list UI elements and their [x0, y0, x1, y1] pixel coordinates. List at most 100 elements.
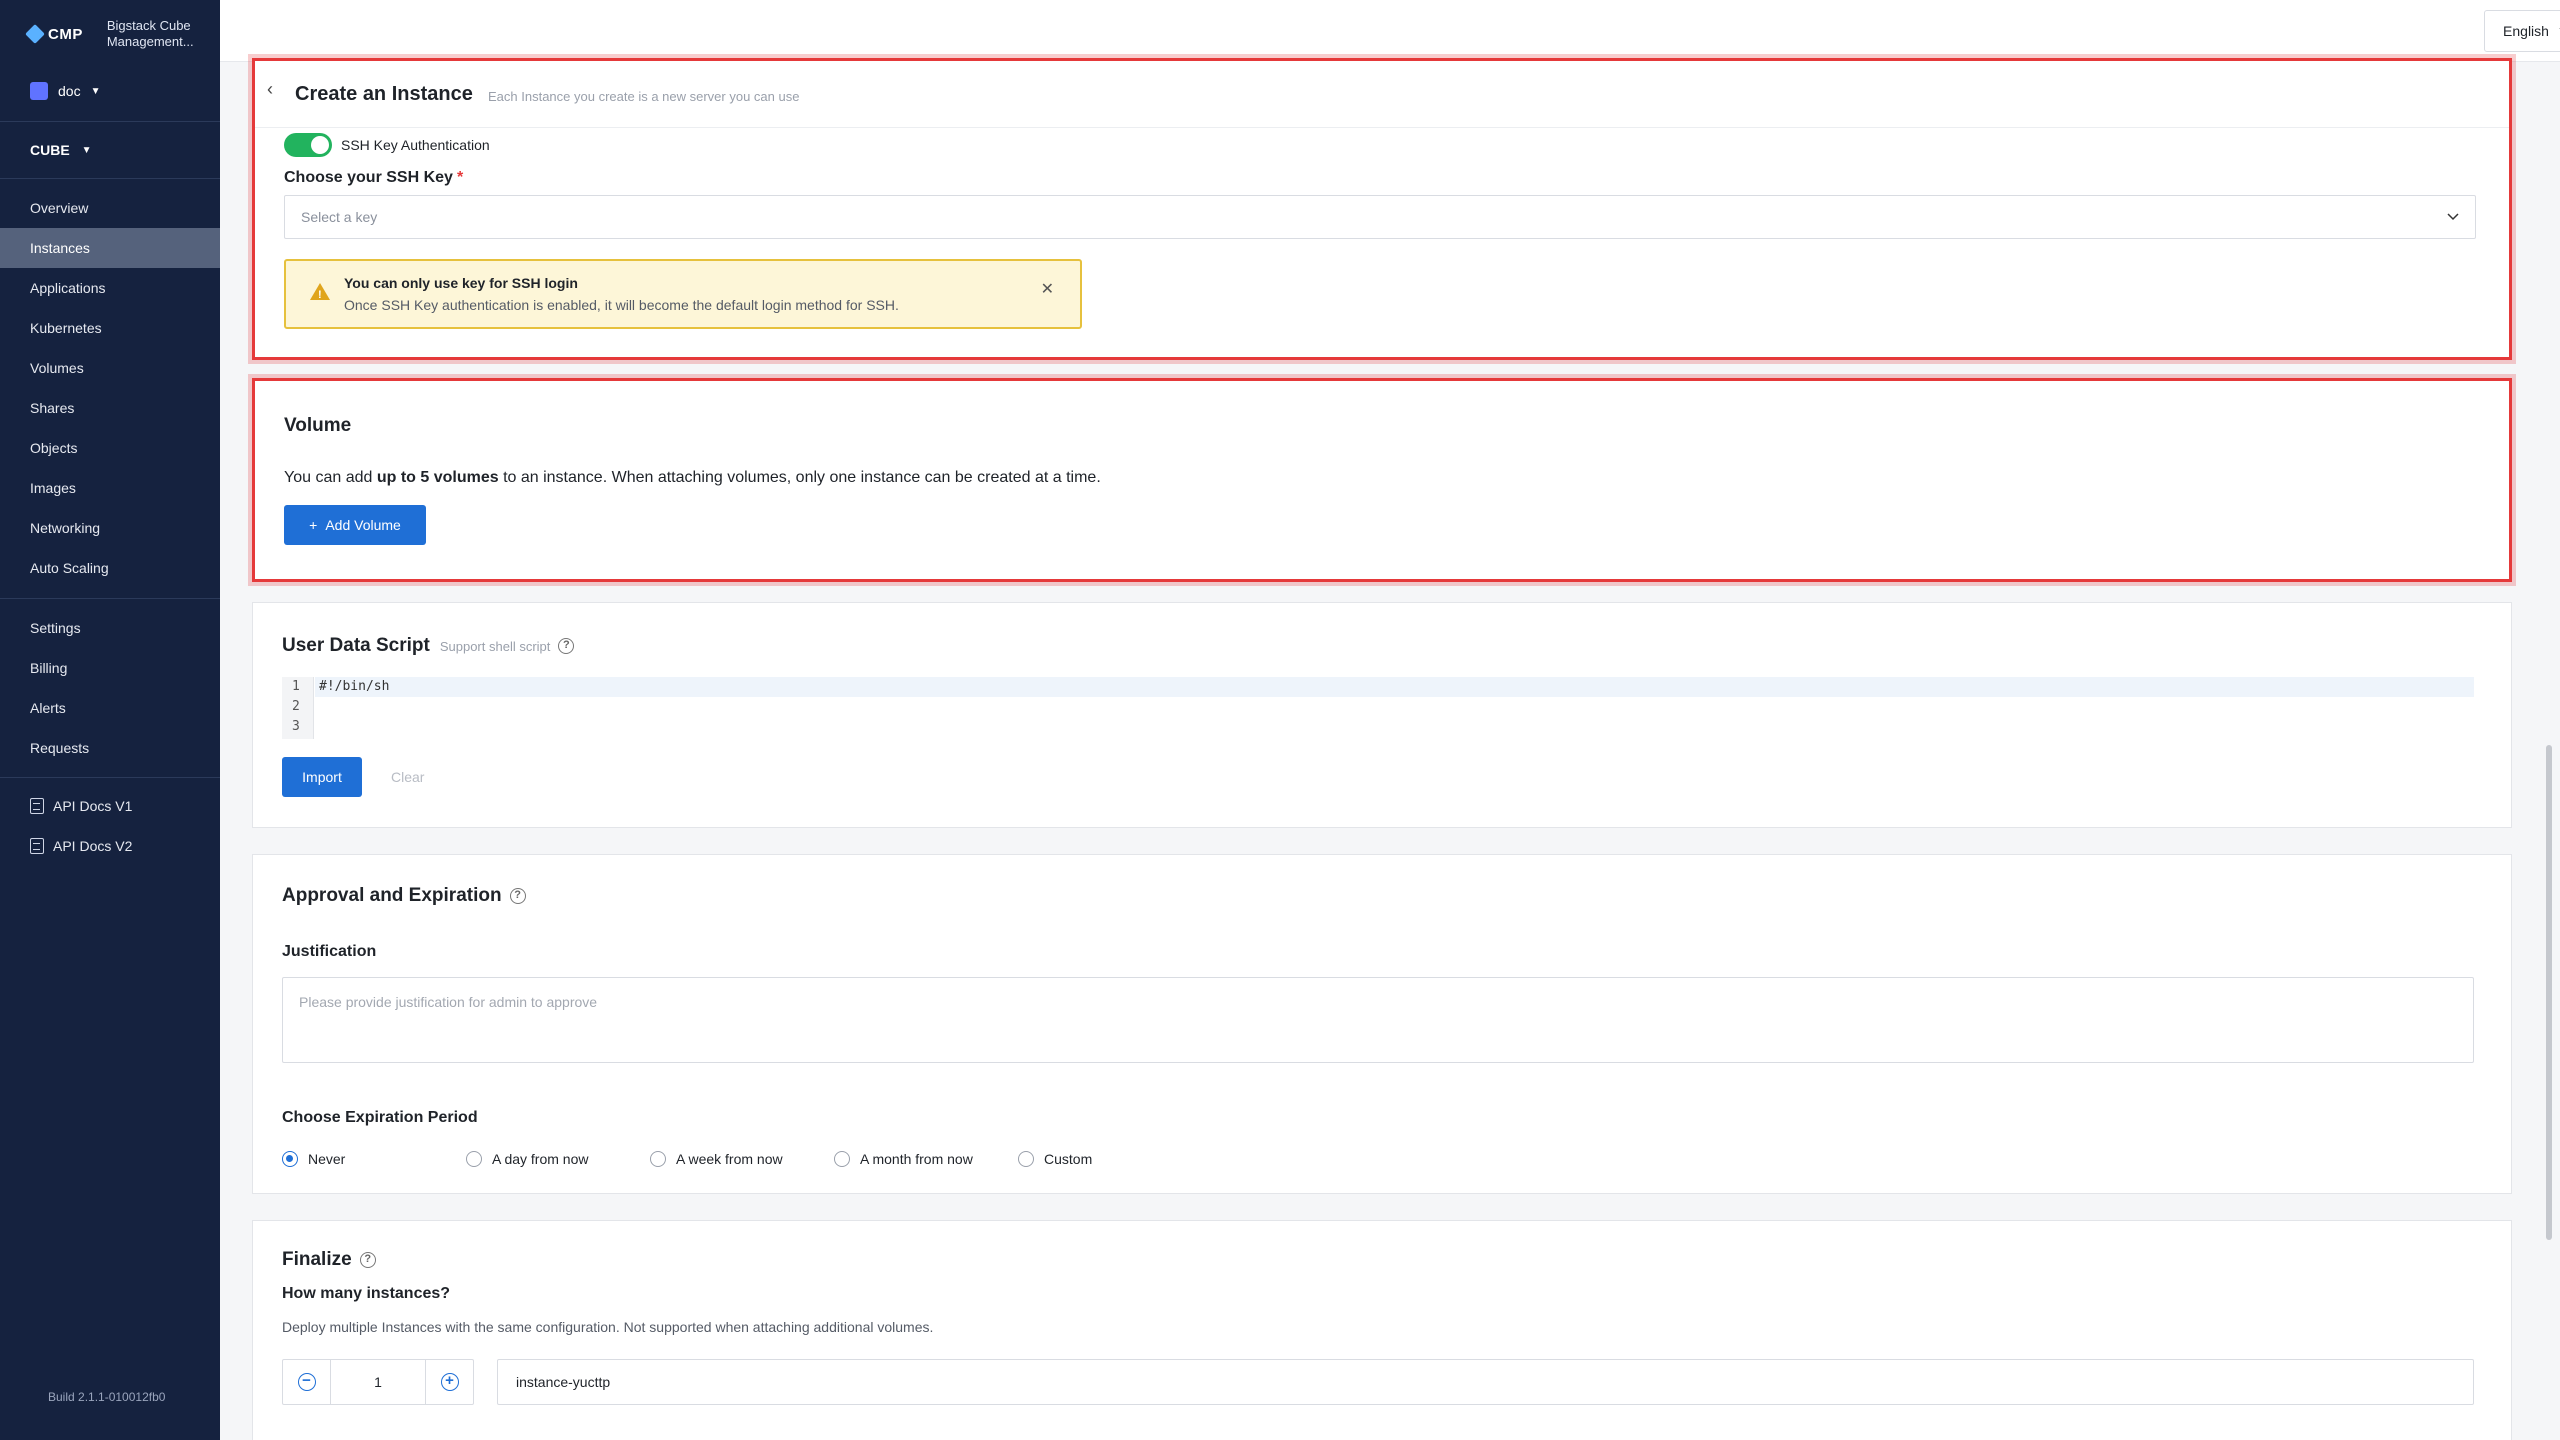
document-icon [30, 798, 44, 814]
sidebar-item-auto-scaling[interactable]: Auto Scaling [0, 548, 220, 588]
ssh-key-select[interactable]: Select a key [284, 195, 2476, 239]
sidebar-item-label: API Docs V1 [53, 798, 133, 814]
sidebar-item-shares[interactable]: Shares [0, 388, 220, 428]
radio-dot [1018, 1151, 1034, 1167]
warning-text: Once SSH Key authentication is enabled, … [344, 297, 899, 313]
sidebar-item-images[interactable]: Images [0, 468, 220, 508]
sidebar-item-settings[interactable]: Settings [0, 608, 220, 648]
ssh-key-toggle[interactable] [284, 133, 332, 157]
decrement-button[interactable]: − [283, 1360, 331, 1404]
radio-day[interactable]: A day from now [466, 1151, 589, 1167]
language-selector[interactable]: English [2484, 10, 2560, 52]
sidebar-item-label: API Docs V2 [53, 838, 133, 854]
caret-down-icon: ▼ [90, 85, 101, 97]
user-data-title-text: User Data Script [282, 635, 430, 656]
instance-count-value[interactable]: 1 [331, 1360, 425, 1404]
radio-never[interactable]: Never [282, 1151, 345, 1167]
approval-section: Approval and Expiration? Justification P… [252, 854, 2512, 1194]
caret-down-icon: ▼ [81, 144, 92, 156]
radio-month[interactable]: A month from now [834, 1151, 973, 1167]
line-number: 3 [292, 719, 300, 734]
radio-label: A month from now [860, 1151, 973, 1167]
radio-label: Never [308, 1151, 346, 1167]
sidebar-item-alerts[interactable]: Alerts [0, 688, 220, 728]
radio-label: A week from now [676, 1151, 783, 1167]
volume-text-bold: up to 5 volumes [376, 469, 499, 486]
sidebar-item-applications[interactable]: Applications [0, 268, 220, 308]
sidebar-item-networking[interactable]: Networking [0, 508, 220, 548]
close-icon[interactable]: ✕ [1041, 279, 1054, 299]
project-name: doc [58, 83, 81, 99]
volume-text-pre: You can add [284, 469, 377, 486]
finalize-section: Finalize? How many instances? Deploy mul… [252, 1220, 2512, 1440]
sidebar-item-label: Billing [30, 660, 68, 676]
divider [0, 777, 220, 778]
line-number: 1 [292, 679, 300, 694]
instance-count-hint: Deploy multiple Instances with the same … [282, 1319, 934, 1335]
page-title: Create an Instance [295, 83, 473, 105]
sidebar-item-label: Instances [30, 240, 90, 256]
radio-week[interactable]: A week from now [650, 1151, 783, 1167]
sidebar-item-objects[interactable]: Objects [0, 428, 220, 468]
radio-label: A day from now [492, 1151, 589, 1167]
ssh-key-toggle-label: SSH Key Authentication [341, 137, 490, 153]
top-bar: English D ⌄ [220, 0, 2560, 62]
page-subtitle: Each Instance you create is a new server… [488, 89, 800, 104]
warning-icon-mark: ! [318, 289, 322, 301]
radio-label: Custom [1044, 1151, 1093, 1167]
help-icon[interactable]: ? [359, 1251, 376, 1268]
sidebar-item-kubernetes[interactable]: Kubernetes [0, 308, 220, 348]
line-gutter: 1 2 3 [282, 677, 314, 739]
build-version: Build 2.1.1-010012fb0 [48, 1390, 166, 1404]
approval-title-text: Approval and Expiration [282, 885, 502, 906]
sidebar-item-billing[interactable]: Billing [0, 648, 220, 688]
sidebar-item-label: Auto Scaling [30, 560, 109, 576]
increment-button[interactable]: + [425, 1360, 473, 1404]
add-volume-button[interactable]: + Add Volume [284, 505, 426, 545]
language-label: English [2503, 23, 2549, 39]
sidebar-item-label: Applications [30, 280, 106, 296]
sidebar-item-label: Volumes [30, 360, 84, 376]
radio-custom[interactable]: Custom [1018, 1151, 1092, 1167]
sidebar-item-label: Objects [30, 440, 78, 456]
radio-dot [834, 1151, 850, 1167]
help-icon[interactable]: ? [509, 887, 526, 904]
expiration-radio-group: Never A day from now A week from now A m… [282, 1151, 2282, 1171]
divider [255, 127, 2509, 128]
ssh-section: ‹ Create an Instance Each Instance you c… [252, 58, 2512, 360]
region-selector[interactable]: CUBE ▼ [30, 142, 92, 158]
user-data-hint: Support shell script [439, 639, 551, 654]
justification-textarea[interactable]: Please provide justification for admin t… [282, 977, 2474, 1063]
import-button[interactable]: Import [282, 757, 362, 797]
sidebar-item-requests[interactable]: Requests [0, 728, 220, 768]
script-editor[interactable]: 1 2 3 #!/bin/sh [282, 677, 2474, 739]
project-icon [30, 82, 48, 100]
sidebar-item-api-docs-v1[interactable]: API Docs V1 [0, 786, 220, 826]
divider [0, 178, 220, 179]
sidebar-item-instances[interactable]: Instances [0, 228, 220, 268]
project-selector[interactable]: doc ▼ [30, 82, 100, 100]
add-volume-label: Add Volume [325, 517, 401, 533]
user-data-title: User Data Script Support shell script? [282, 635, 575, 657]
document-icon [30, 838, 44, 854]
brand-short: CMP [48, 25, 83, 43]
divider [0, 598, 220, 599]
volume-title: Volume [284, 415, 352, 436]
warning-title: You can only use key for SSH login [344, 275, 578, 291]
instance-name-input[interactable]: instance-yucttp [497, 1359, 2474, 1405]
ssh-warning-alert: ! You can only use key for SSH login Onc… [284, 259, 1082, 329]
help-icon[interactable]: ? [558, 637, 575, 654]
sidebar-item-label: Requests [30, 740, 90, 756]
justification-label: Justification [282, 943, 377, 960]
sidebar-item-overview[interactable]: Overview [0, 188, 220, 228]
scrollbar[interactable] [2546, 745, 2552, 1240]
sidebar-item-volumes[interactable]: Volumes [0, 348, 220, 388]
clear-button[interactable]: Clear [391, 769, 424, 785]
region-name: CUBE [30, 142, 70, 158]
back-arrow-icon[interactable]: ‹ [267, 79, 273, 100]
brand[interactable]: CMP Bigstack Cube Management... [25, 18, 207, 50]
sidebar-item-label: Settings [30, 620, 81, 636]
finalize-title: Finalize? [282, 1249, 376, 1271]
sidebar-item-label: Images [30, 480, 76, 496]
sidebar-item-api-docs-v2[interactable]: API Docs V2 [0, 826, 220, 866]
